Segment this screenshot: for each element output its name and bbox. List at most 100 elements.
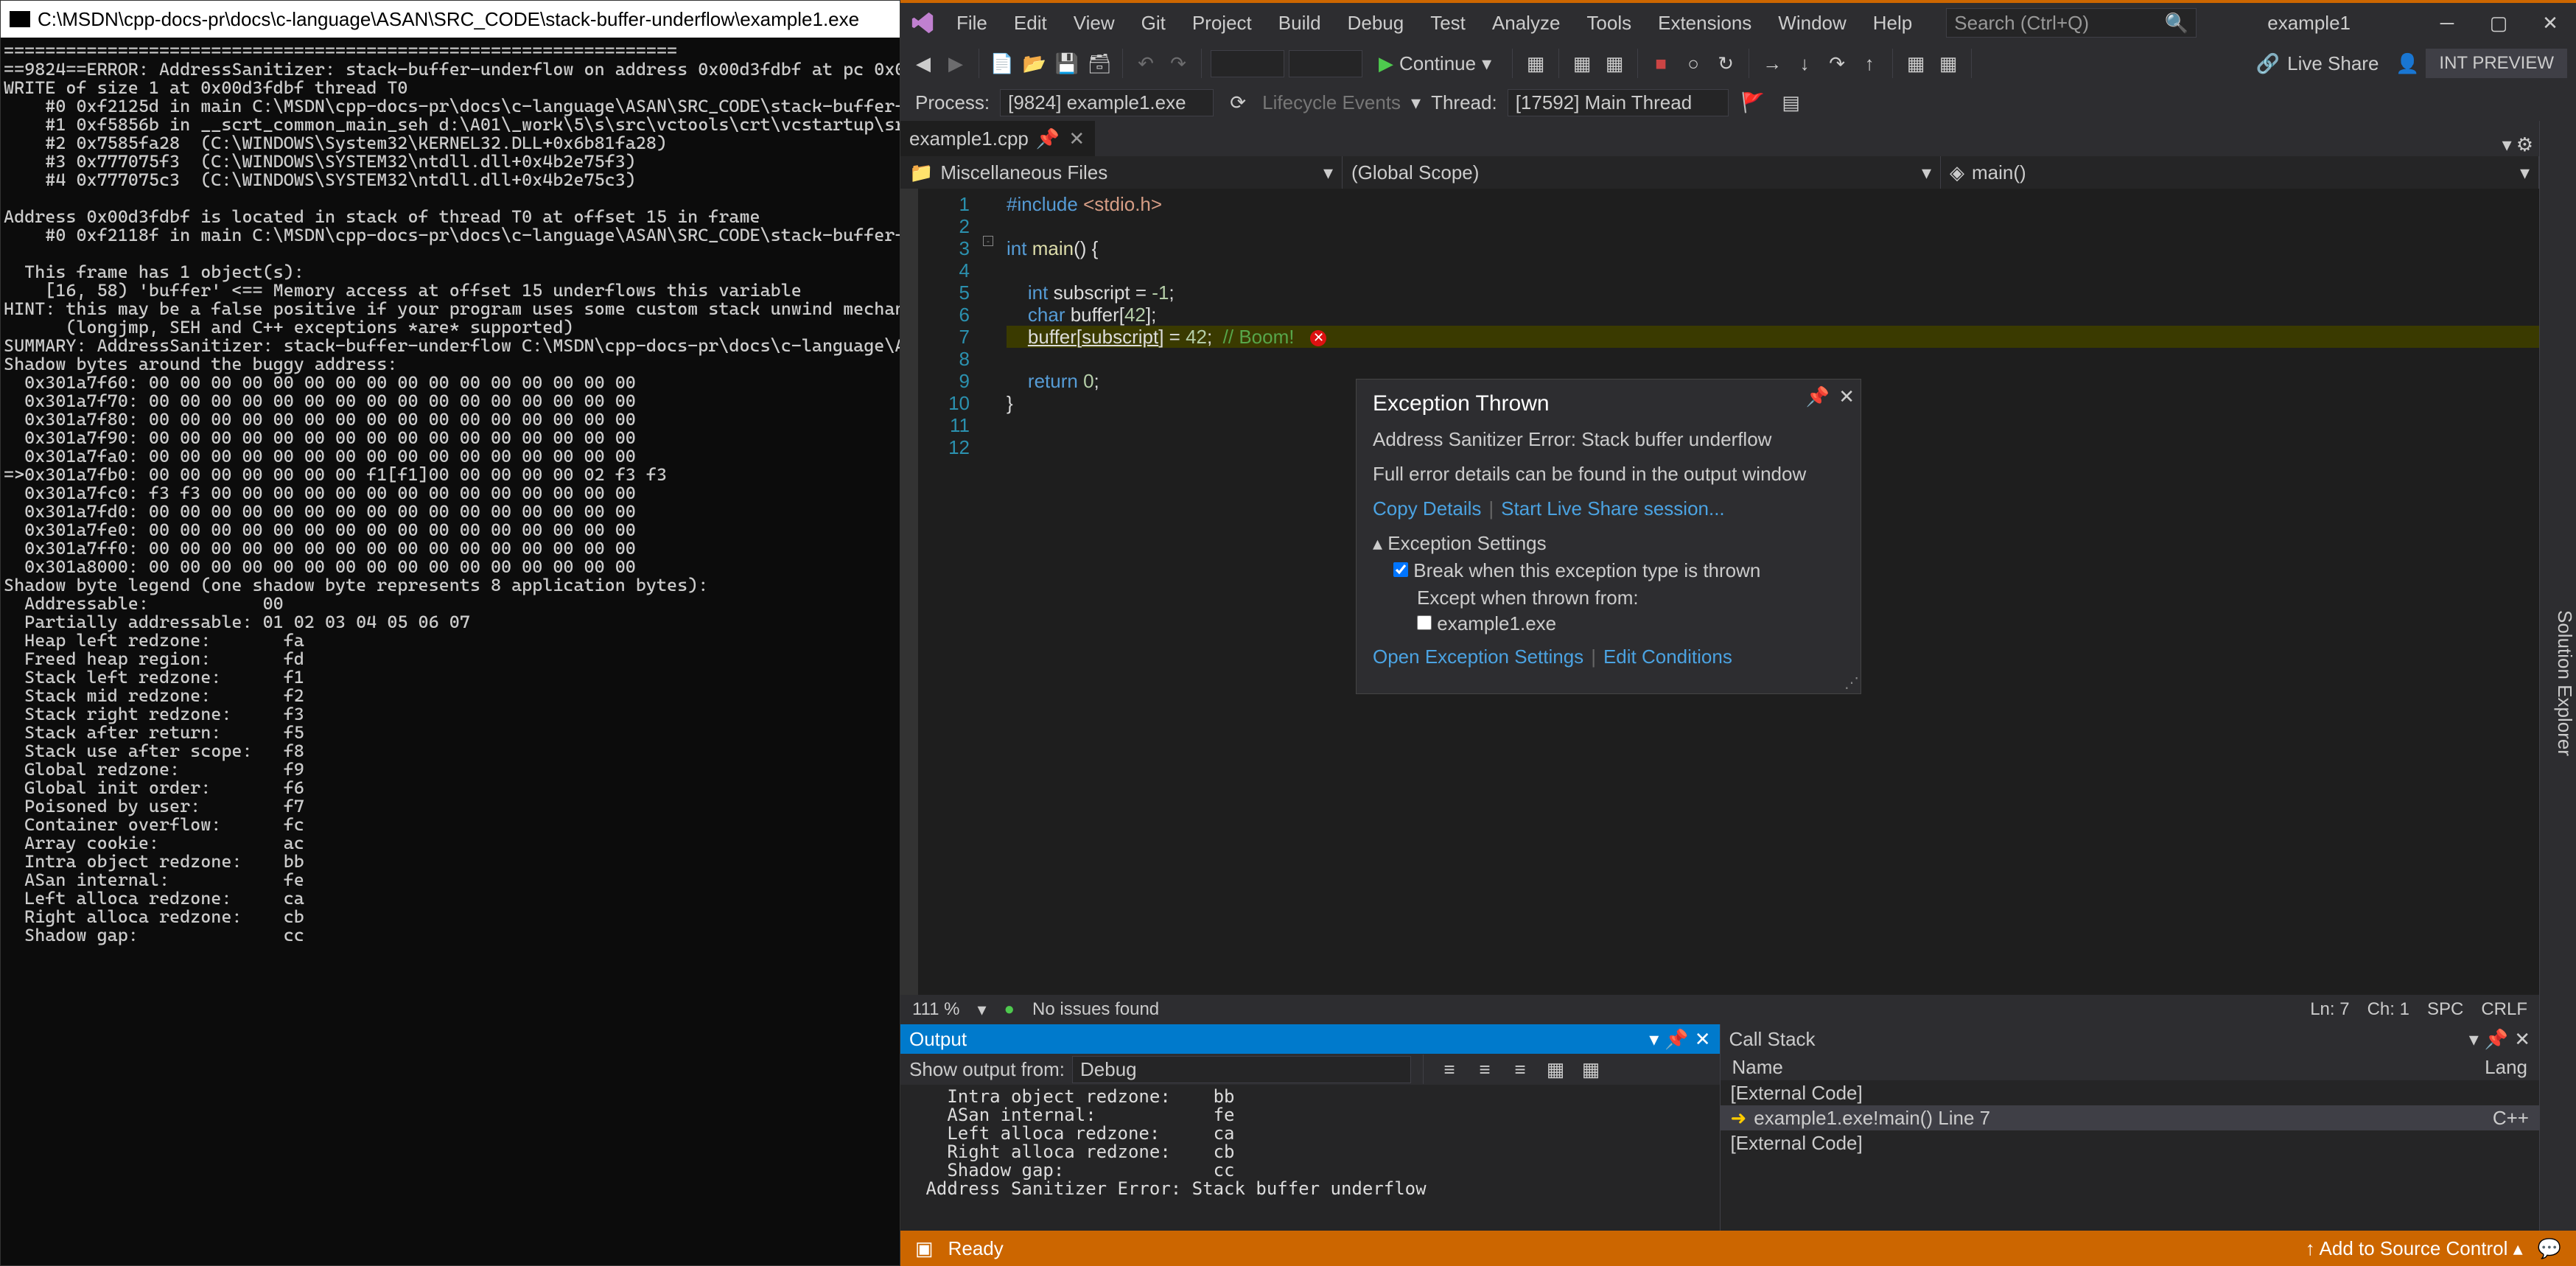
break-checkbox[interactable] [1393, 562, 1408, 577]
stack-button[interactable]: ▤ [1777, 88, 1805, 116]
minimize-button[interactable]: ─ [2421, 3, 2473, 43]
nav-forward-button[interactable]: ▶ [942, 49, 970, 77]
callstack-row[interactable]: [External Code] [1721, 1080, 2540, 1105]
copy-details-link[interactable]: Copy Details [1373, 497, 1481, 520]
command-prompt-titlebar[interactable]: C:\MSDN\cpp-docs-pr\docs\c-language\ASAN… [1, 1, 900, 38]
output-pin-icon[interactable]: 📌 [1665, 1028, 1688, 1051]
toolbar-btn-3[interactable]: ▦ [1600, 49, 1628, 77]
restart-button[interactable]: ↻ [1712, 49, 1740, 77]
platform-combo[interactable] [1289, 50, 1362, 77]
menu-debug[interactable]: Debug [1336, 9, 1416, 38]
live-share-button[interactable]: 🔗 Live Share [2246, 52, 2390, 75]
feedback-button[interactable]: 👤 [2393, 49, 2421, 77]
nav-back-button[interactable]: ◀ [909, 49, 937, 77]
menu-help[interactable]: Help [1861, 9, 1924, 38]
flag-button[interactable]: 🚩 [1739, 88, 1767, 116]
step-over-button[interactable]: ↷ [1823, 49, 1851, 77]
callstack-dropdown-icon[interactable]: ▾ [2469, 1028, 2479, 1051]
menu-test[interactable]: Test [1418, 9, 1477, 38]
crlf-label[interactable]: CRLF [2481, 999, 2527, 1020]
pin-tab-icon[interactable]: 📌 [1036, 127, 1060, 150]
toolbar-btn-2[interactable]: ▦ [1568, 49, 1596, 77]
open-button[interactable]: 📂 [1021, 49, 1049, 77]
close-button[interactable]: ✕ [2524, 3, 2576, 43]
save-button[interactable]: 💾 [1053, 49, 1081, 77]
spc-label[interactable]: SPC [2427, 999, 2463, 1020]
cmd-output[interactable]: ========================================… [1, 38, 900, 1265]
callstack-row-active[interactable]: ➜example1.exe!main() Line 7C++ [1721, 1105, 2540, 1130]
except-item-checkbox[interactable] [1417, 615, 1432, 630]
maximize-button[interactable]: ▢ [2473, 3, 2524, 43]
menu-file[interactable]: File [945, 9, 999, 38]
menu-edit[interactable]: Edit [1002, 9, 1059, 38]
zoom-combo[interactable]: 111 % [912, 999, 960, 1020]
new-project-button[interactable]: 📄 [988, 49, 1016, 77]
undo-button[interactable]: ↶ [1132, 49, 1160, 77]
error-icon[interactable]: ✕ [1310, 330, 1326, 346]
toolbar-btn-5[interactable]: ▦ [1902, 49, 1930, 77]
issues-label[interactable]: No issues found [1032, 999, 1159, 1020]
menu-project[interactable]: Project [1180, 9, 1264, 38]
vs-logo-icon[interactable] [900, 1, 945, 45]
callstack-close-icon[interactable]: ✕ [2514, 1028, 2530, 1051]
callstack-pin-icon[interactable]: 📌 [2485, 1028, 2508, 1051]
menu-tools[interactable]: Tools [1575, 9, 1643, 38]
menu-analyze[interactable]: Analyze [1480, 9, 1572, 38]
scope-member-combo[interactable]: ◈ main()▾ [1941, 156, 2539, 189]
lifecycle-icon[interactable]: ⟳ [1224, 88, 1252, 116]
output-body[interactable]: Intra object redzone: bb ASan internal: … [900, 1085, 1720, 1231]
break-checkbox-row[interactable]: Break when this exception type is thrown [1393, 559, 1760, 581]
exception-settings-label[interactable]: Exception Settings [1387, 532, 1546, 554]
output-title[interactable]: Output ▾📌✕ [900, 1024, 1720, 1054]
edit-conditions-link[interactable]: Edit Conditions [1603, 646, 1732, 668]
start-liveshare-link[interactable]: Start Live Share session... [1501, 497, 1724, 520]
save-all-button[interactable]: 🗃 [1085, 49, 1113, 77]
callstack-title[interactable]: Call Stack ▾📌✕ [1721, 1024, 2540, 1054]
open-exception-settings-link[interactable]: Open Exception Settings [1373, 646, 1583, 668]
menu-build[interactable]: Build [1267, 9, 1333, 38]
toolbar-btn-4[interactable]: ○ [1679, 49, 1707, 77]
ln-label[interactable]: Ln: 7 [2310, 999, 2349, 1020]
ch-label[interactable]: Ch: 1 [2367, 999, 2409, 1020]
tab-dropdown-icon[interactable]: ▾ [2502, 133, 2512, 156]
output-from-combo[interactable]: Debug [1072, 1056, 1411, 1083]
breakpoint-gutter[interactable] [900, 189, 918, 995]
show-next-button[interactable]: → [1758, 49, 1786, 77]
output-btn-1[interactable]: ≡ [1435, 1055, 1463, 1083]
close-tab-icon[interactable]: ✕ [1067, 127, 1086, 150]
solution-explorer-tab[interactable]: Solution Explorer [2553, 610, 2576, 756]
tab-gear-icon[interactable]: ⚙ [2516, 133, 2533, 156]
menu-view[interactable]: View [1062, 9, 1127, 38]
thread-combo[interactable]: [17592] Main Thread [1508, 89, 1729, 116]
output-btn-5[interactable]: ▦ [1577, 1055, 1605, 1083]
code-editor[interactable]: 123456789101112 - #include <stdio.h> int… [900, 189, 2539, 995]
output-btn-3[interactable]: ≡ [1506, 1055, 1534, 1083]
process-combo[interactable]: [9824] example1.exe [1000, 89, 1214, 116]
file-tab-example1[interactable]: example1.cpp 📌 ✕ [900, 121, 1095, 156]
fold-gutter[interactable]: - [981, 189, 999, 995]
output-btn-4[interactable]: ▦ [1541, 1055, 1569, 1083]
output-btn-2[interactable]: ≡ [1471, 1055, 1499, 1083]
pin-icon[interactable]: 📌 [1806, 385, 1830, 408]
global-search-input[interactable]: Search (Ctrl+Q) 🔍 [1946, 8, 2197, 38]
config-combo[interactable] [1211, 50, 1284, 77]
callstack-row[interactable]: [External Code] [1721, 1130, 2540, 1155]
stop-debug-button[interactable]: ■ [1647, 49, 1675, 77]
step-out-button[interactable]: ↑ [1855, 49, 1883, 77]
resize-grip-icon[interactable]: ⋰ [1844, 674, 1859, 692]
step-into-button[interactable]: ↓ [1791, 49, 1819, 77]
callstack-header[interactable]: Name Lang [1721, 1054, 2540, 1080]
menu-window[interactable]: Window [1766, 9, 1858, 38]
menu-extensions[interactable]: Extensions [1646, 9, 1763, 38]
scope-project-combo[interactable]: 📁 Miscellaneous Files▾ [900, 156, 1343, 189]
toolbar-btn-6[interactable]: ▦ [1934, 49, 1962, 77]
output-dropdown-icon[interactable]: ▾ [1649, 1028, 1659, 1051]
close-icon[interactable]: ✕ [1838, 385, 1855, 408]
except-item-row[interactable]: example1.exe [1417, 612, 1556, 634]
menu-git[interactable]: Git [1130, 9, 1177, 38]
redo-button[interactable]: ↷ [1164, 49, 1192, 77]
notifications-icon[interactable]: 💬 [2538, 1237, 2561, 1260]
add-source-control[interactable]: ↑ Add to Source Control ▴ [2306, 1237, 2523, 1260]
continue-button[interactable]: ▶ Continue ▾ [1367, 49, 1503, 78]
toolbar-btn-1[interactable]: ▦ [1522, 49, 1550, 77]
